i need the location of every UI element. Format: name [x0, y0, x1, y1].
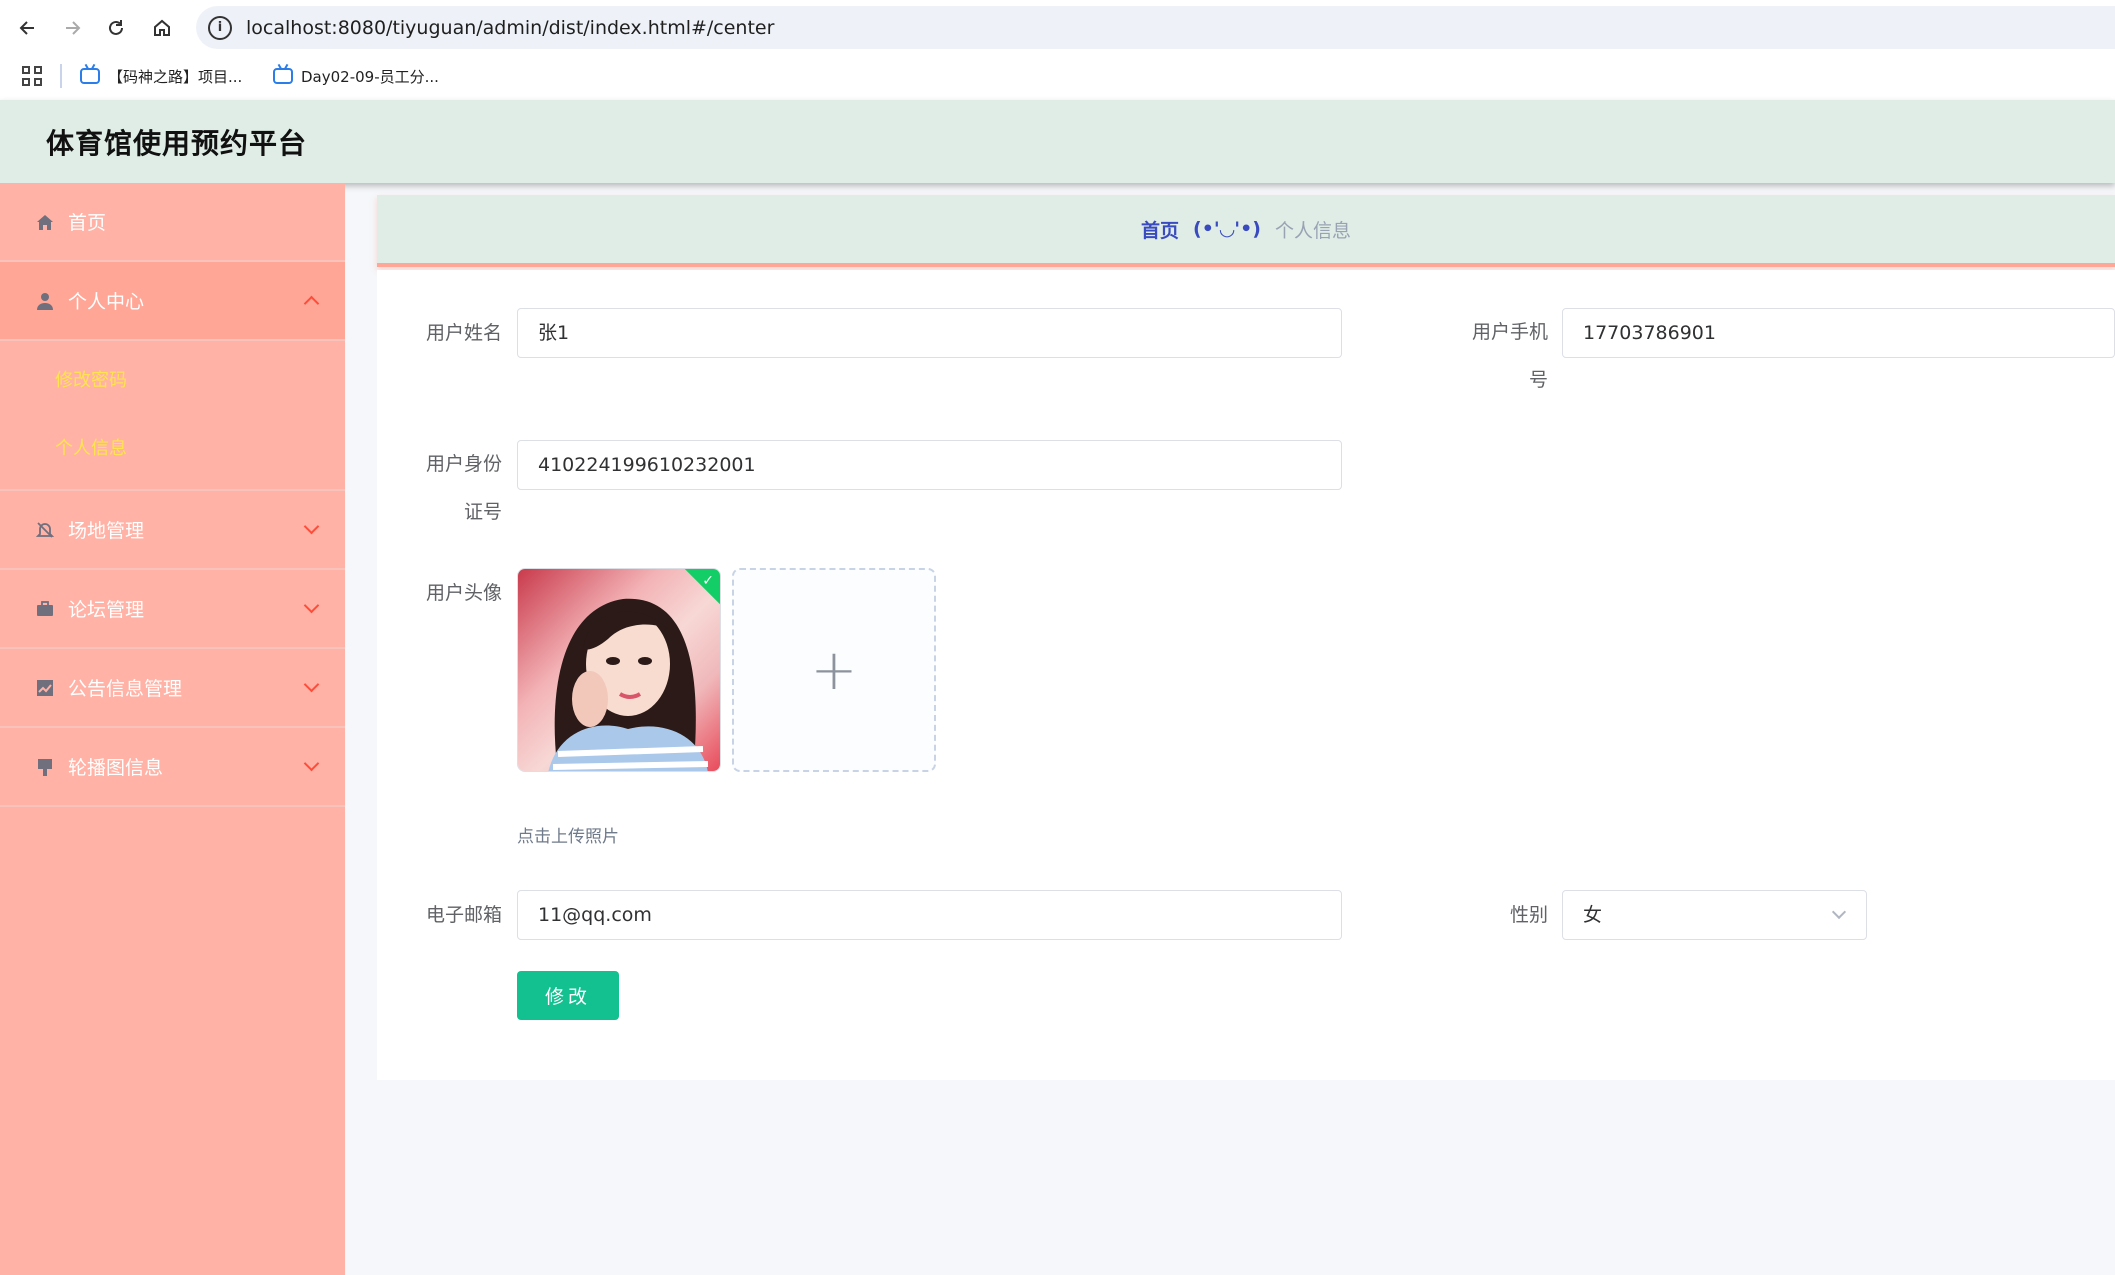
sidebar-item-label: 论坛管理	[68, 599, 145, 621]
idcard-field[interactable]: 410224199610232001	[517, 440, 1342, 490]
chart-icon	[34, 677, 56, 699]
bilibili-icon	[80, 68, 100, 84]
chevron-down-icon	[1831, 904, 1847, 920]
sidebar: 首页 个人中心 修改密码 个人信息 场地管理 论坛管理 公告信息管理 轮播图信息	[0, 183, 345, 1275]
app-title: 体育馆使用预约平台	[46, 127, 308, 160]
submenu-personal-center: 修改密码 个人信息	[0, 341, 345, 491]
sidebar-item-label: 首页	[68, 212, 107, 234]
sidebar-subitem-personal-info[interactable]: 个人信息	[0, 413, 345, 481]
chevron-down-icon	[303, 597, 320, 614]
phone-label: 用户手机号	[1471, 321, 1548, 391]
name-field[interactable]: 张1	[517, 308, 1342, 358]
plus-icon: +	[810, 637, 858, 703]
sidebar-item-label: 轮播图信息	[68, 757, 164, 779]
sidebar-item-home[interactable]: 首页	[0, 183, 345, 262]
breadcrumb-current: 个人信息	[1274, 219, 1351, 242]
sidebar-item-label: 场地管理	[68, 520, 145, 542]
chevron-down-icon	[303, 755, 320, 772]
home-icon	[34, 211, 56, 233]
bookmark-label: 【码神之路】项目...	[108, 67, 243, 86]
app-header: 体育馆使用预约平台	[0, 100, 2115, 183]
briefcase-icon	[34, 598, 56, 620]
sidebar-item-label: 个人中心	[68, 291, 145, 313]
idcard-label: 用户身份证号	[425, 453, 502, 523]
user-icon	[34, 290, 56, 312]
breadcrumb-separator: (•'◡'•)	[1193, 218, 1261, 240]
url-text[interactable]: localhost:8080/tiyuguan/admin/dist/index…	[246, 17, 774, 39]
name-label: 用户姓名	[425, 322, 502, 344]
chevron-down-icon	[303, 518, 320, 535]
sidebar-item-carousel-info[interactable]: 轮播图信息	[0, 728, 345, 807]
phone-field[interactable]: 17703786901	[1562, 308, 2115, 358]
chevron-up-icon	[303, 295, 320, 312]
email-field[interactable]: 11@qq.com	[517, 890, 1342, 940]
sidebar-item-forum-management[interactable]: 论坛管理	[0, 570, 345, 649]
gender-select[interactable]: 女	[1562, 890, 1867, 940]
avatar-upload-button[interactable]: +	[732, 568, 936, 772]
breadcrumb: 首页 (•'◡'•) 个人信息	[377, 195, 2115, 267]
bilibili-icon	[273, 68, 293, 84]
submit-button[interactable]: 修改	[517, 971, 619, 1020]
bookmark-label: Day02-09-员工分...	[301, 67, 439, 86]
sidebar-subitem-change-password[interactable]: 修改密码	[0, 345, 345, 413]
bookmarks-divider	[60, 64, 62, 88]
reload-icon[interactable]	[100, 12, 132, 44]
bookmark-item[interactable]: 【码神之路】项目...	[80, 62, 242, 90]
sidebar-item-notice-management[interactable]: 公告信息管理	[0, 649, 345, 728]
portrait-illustration	[548, 598, 709, 771]
avatar-photo	[518, 569, 720, 771]
bookmark-item[interactable]: Day02-09-员工分...	[273, 62, 439, 90]
gender-selected-value: 女	[1583, 904, 1603, 926]
avatar-uploaded-image[interactable]: ✓	[517, 568, 721, 772]
url-path: :8080/tiyuguan/admin/dist/index.html#/ce…	[331, 16, 775, 39]
home-page-icon[interactable]	[146, 12, 178, 44]
url-host: localhost	[246, 16, 332, 39]
forward-icon[interactable]	[56, 12, 88, 44]
brush-icon	[34, 756, 56, 778]
apps-grid-icon[interactable]	[22, 66, 42, 86]
avatar-label: 用户头像	[425, 582, 502, 604]
check-icon: ✓	[702, 573, 714, 589]
breadcrumb-home-link[interactable]: 首页	[1141, 216, 1179, 243]
sidebar-item-venue-management[interactable]: 场地管理	[0, 491, 345, 570]
upload-tip: 点击上传照片	[517, 827, 619, 847]
site-info-icon[interactable]: i	[208, 15, 232, 40]
browser-toolbar: i localhost:8080/tiyuguan/admin/dist/ind…	[0, 0, 2115, 55]
bell-off-icon	[34, 519, 56, 541]
email-label: 电子邮箱	[425, 904, 502, 926]
sidebar-item-personal-center[interactable]: 个人中心	[0, 262, 345, 341]
chevron-down-icon	[303, 676, 320, 693]
address-bar[interactable]: i localhost:8080/tiyuguan/admin/dist/ind…	[196, 6, 2115, 49]
gender-label: 性别	[1509, 904, 1548, 926]
sidebar-item-label: 公告信息管理	[68, 678, 183, 700]
back-icon[interactable]	[12, 12, 44, 44]
